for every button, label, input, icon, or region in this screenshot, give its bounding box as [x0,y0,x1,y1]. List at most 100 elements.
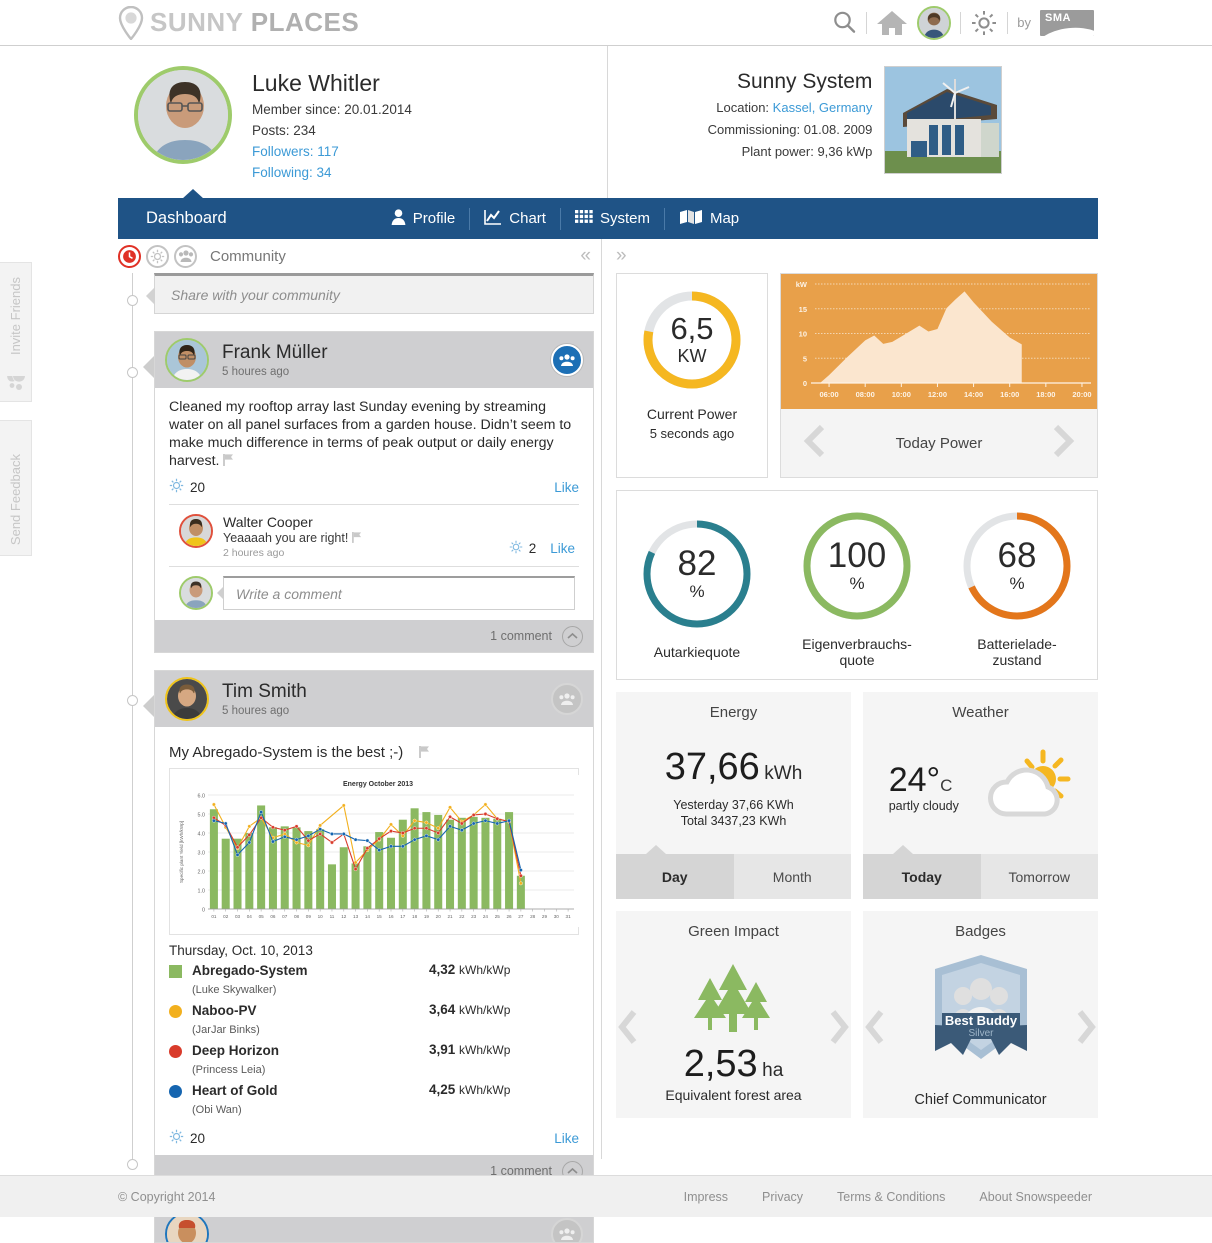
tab-profile[interactable]: Profile [377,209,470,229]
legend-swatch [169,1045,182,1058]
tab-today[interactable]: Today [863,854,981,899]
main-content: Community « Share with your community Fr… [118,239,1098,1159]
like-count-value: 20 [190,480,205,495]
post-author[interactable]: Tim Smith [222,681,307,703]
tab-month[interactable]: Month [734,854,852,899]
share-input[interactable]: Share with your community [154,273,594,314]
sidebar-item-invite-friends[interactable]: Invite Friends [0,262,32,402]
search-icon[interactable] [832,10,857,35]
legend-name: Heart of Gold [192,1083,278,1098]
tab-tomorrow[interactable]: Tomorrow [981,854,1099,899]
tab-system[interactable]: System [561,209,664,229]
location-value[interactable]: Kassel, Germany [773,100,873,115]
group-badge-icon[interactable] [551,1218,583,1243]
legend-value: 4,32 [429,962,455,977]
sun-behind-cloud-icon [982,748,1072,827]
clock-tab-icon[interactable] [118,245,141,268]
group-tab-icon[interactable] [174,245,197,268]
comment-like-button[interactable]: Like [550,541,575,556]
comment-author[interactable]: Walter Cooper [223,514,362,530]
footer-link-about[interactable]: About Snowspeeder [979,1190,1092,1204]
quota-unit: % [849,574,864,594]
chart-icon [484,209,502,229]
svg-text:6.0: 6.0 [198,793,206,799]
comment-time: 2 houres ago [223,547,362,559]
like-button[interactable]: Like [554,480,579,495]
weather-card: Weather 24°C partly cloudy [863,692,1098,899]
sma-logo-icon[interactable]: SMA [1040,10,1094,36]
brand-logo[interactable]: SUNNY PLACES [118,6,359,40]
profile-info: Luke Whitler Member since: 20.01.2014 Po… [252,58,412,186]
footer-link-privacy[interactable]: Privacy [762,1190,803,1204]
widget-row-3: Energy 37,66 kWh Yesterday 37,66 KWh Tot… [616,692,1098,899]
tab-day[interactable]: Day [616,854,734,899]
tab-dashboard[interactable]: Dashboard [146,209,227,228]
current-power-label: Current Power [647,406,737,422]
followers-link[interactable]: Followers: 117 [252,144,412,159]
next-arrow-icon[interactable] [1049,424,1075,463]
avatar[interactable] [165,677,209,721]
legend-swatch [169,965,182,978]
group-badge-icon[interactable] [551,344,583,376]
flag-icon[interactable] [419,745,430,762]
divider [1007,12,1008,34]
avatar[interactable] [179,514,213,548]
sun-tab-icon[interactable] [146,245,169,268]
write-comment-input[interactable]: Write a comment [223,576,575,610]
svg-text:17: 17 [400,914,406,919]
svg-text:0: 0 [803,379,807,388]
avatar[interactable] [165,338,209,382]
legend-owner: (JarJar Binks) [192,1024,260,1036]
expand-right-icon[interactable]: » [616,245,627,267]
svg-text:5.0: 5.0 [198,812,206,818]
svg-text:07: 07 [282,914,288,919]
prev-arrow-icon[interactable] [616,1007,640,1052]
like-button[interactable]: Like [554,1131,579,1146]
sidebar-item-send-feedback[interactable]: Send Feedback [0,420,32,556]
group-badge-icon[interactable] [551,683,583,715]
avatar[interactable] [134,66,232,164]
footer-link-impress[interactable]: Impress [684,1190,728,1204]
chevron-up-icon[interactable] [562,626,583,647]
system-plant-power: Plant power: 9,36 kWp [708,144,873,159]
collapse-left-icon[interactable]: « [580,245,601,267]
best-buddy-badge-icon[interactable]: Best Buddy Silver [921,951,1041,1078]
svg-text:28: 28 [530,914,536,919]
current-power-card: 6,5 KW Current Power 5 seconds ago [616,273,768,478]
tab-map[interactable]: Map [665,209,753,229]
prev-arrow-icon[interactable] [803,424,829,463]
svg-text:Specific plant Yield [kWh/kWp]: Specific plant Yield [kWh/kWp] [179,821,184,883]
next-arrow-icon[interactable] [1074,1007,1098,1052]
prev-arrow-icon[interactable] [863,1007,887,1052]
svg-text:0: 0 [202,907,205,913]
post-header: Tim Smith 5 houres ago [155,671,593,727]
flag-icon[interactable] [223,453,234,471]
quota-unit: % [1009,574,1024,594]
quota-eigenverbrauchsquote[interactable]: 100 % Eigenverbrauchs-quote [799,508,915,668]
post-body: Cleaned my rooftop array last Sunday eve… [155,388,593,620]
today-power-chart[interactable]: 051015kW06:0008:0010:0012:0014:0016:0018… [781,274,1097,409]
main-navbar: Dashboard Profile Chart System Map [118,198,1098,239]
system-photo[interactable] [884,66,1002,174]
next-arrow-icon[interactable] [827,1007,851,1052]
gear-icon[interactable] [970,9,998,37]
home-icon[interactable] [876,9,908,36]
quota-autarkiequote[interactable]: 82 % Autarkiequote [639,516,755,660]
svg-text:4.0: 4.0 [198,831,206,837]
tab-chart[interactable]: Chart [470,209,560,229]
legend-name: Naboo-PV [192,1003,257,1018]
dashboard-header: » [616,239,1098,273]
following-link[interactable]: Following: 34 [252,165,412,180]
post-chart[interactable]: Energy October 201301.02.03.04.05.06.0Sp… [169,768,579,935]
post-author[interactable]: Frank Müller [222,342,328,364]
quota-label: Eigenverbrauchs-quote [802,636,912,668]
svg-text:14:00: 14:00 [964,390,983,399]
footer-link-terms[interactable]: Terms & Conditions [837,1190,945,1204]
svg-text:22: 22 [459,914,465,919]
avatar[interactable] [179,576,213,610]
flag-icon[interactable] [352,531,362,546]
sun-like-icon [169,478,184,496]
quota-batterieladezustand[interactable]: 68 % Batterielade-zustand [959,508,1075,668]
timeline-dot [127,295,138,306]
user-avatar-icon[interactable] [917,6,951,40]
